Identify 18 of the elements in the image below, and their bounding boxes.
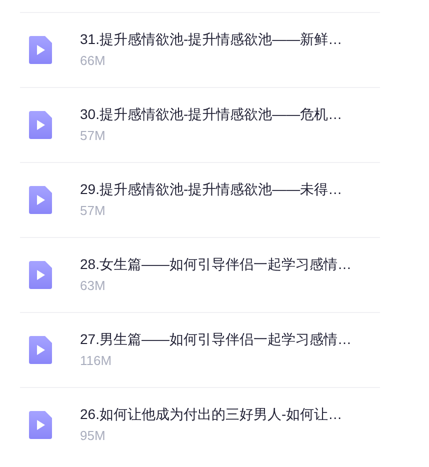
- file-size: 95M: [80, 427, 106, 445]
- file-size: 63M: [80, 277, 106, 295]
- file-size: 57M: [80, 127, 106, 145]
- video-file-icon: [28, 36, 52, 64]
- file-size: 66M: [80, 52, 106, 70]
- video-file-icon: [28, 186, 52, 214]
- file-size: 57M: [80, 202, 106, 220]
- file-name[interactable]: 30.提升感情欲池-提升情感欲池——危机…: [80, 105, 342, 123]
- file-name[interactable]: 31.提升感情欲池-提升情感欲池——新鲜…: [80, 30, 342, 48]
- file-name[interactable]: 26.如何让他成为付出的三好男人-如何让…: [80, 405, 342, 423]
- file-name[interactable]: 29.提升感情欲池-提升情感欲池——未得…: [80, 180, 342, 198]
- file-size: 116M: [80, 352, 113, 370]
- video-file-icon: [28, 336, 52, 364]
- file-name[interactable]: 27.男生篇——如何引导伴侣一起学习感情…: [80, 330, 352, 348]
- video-file-icon: [28, 111, 52, 139]
- file-name[interactable]: 28.女生篇——如何引导伴侣一起学习感情…: [80, 255, 352, 273]
- video-file-icon: [28, 261, 52, 289]
- video-file-icon: [28, 411, 52, 439]
